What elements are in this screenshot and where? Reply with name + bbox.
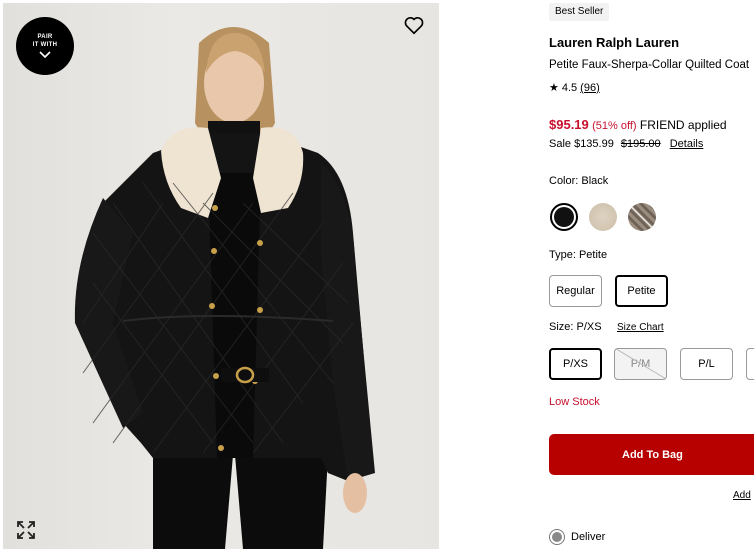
type-label: Type: Petite	[549, 249, 608, 261]
deliver-option[interactable]: Deliver	[549, 529, 605, 545]
sale-price-line: Sale $135.99 $195.00 Details	[549, 138, 703, 150]
size-pl-button[interactable]: P/L	[680, 348, 733, 380]
chevron-down-icon	[39, 51, 51, 59]
pair-badge-line1: PAIR	[37, 34, 53, 40]
size-pxs-button[interactable]: P/XS	[549, 348, 602, 380]
star-icon: ★	[549, 82, 559, 94]
size-pm-button[interactable]: P/M	[614, 348, 667, 380]
add-to-bag-button[interactable]: Add To Bag	[549, 434, 754, 475]
swatch-cream[interactable]	[589, 203, 617, 231]
deliver-label: Deliver	[571, 531, 606, 543]
promo-percent: (51% off)	[592, 120, 637, 132]
promo-price-line: $95.19 (51% off) FRIEND applied	[549, 117, 727, 132]
heart-icon[interactable]	[403, 14, 425, 36]
product-image[interactable]: PAIR IT WITH	[3, 3, 439, 549]
promo-price: $95.19	[549, 117, 589, 132]
expand-icon[interactable]	[16, 520, 36, 540]
details-link[interactable]: Details	[670, 138, 704, 150]
type-petite-button[interactable]: Petite	[615, 275, 668, 307]
size-chart-link[interactable]: Size Chart	[617, 322, 664, 333]
deliver-radio[interactable]	[549, 529, 565, 545]
type-regular-button[interactable]: Regular	[549, 275, 602, 307]
promo-note: FRIEND applied	[639, 118, 727, 132]
size-next-button[interactable]	[746, 348, 754, 380]
brand-name[interactable]: Lauren Ralph Lauren	[549, 35, 679, 50]
rating-value: 4.5	[561, 81, 578, 94]
stock-status: Low Stock	[549, 396, 600, 408]
add-link[interactable]: Add	[733, 490, 751, 501]
best-seller-badge: Best Seller	[549, 3, 610, 21]
pair-it-with-button[interactable]: PAIR IT WITH	[16, 17, 74, 75]
sale-price: Sale $135.99	[549, 138, 614, 150]
color-label: Color: Black	[549, 175, 609, 187]
pair-badge-line2: IT WITH	[32, 42, 58, 48]
review-count-link[interactable]: (96)	[580, 82, 600, 94]
original-price: $195.00	[620, 138, 661, 150]
product-name: Petite Faux-Sherpa-Collar Quilted Coat	[549, 59, 750, 71]
size-label: Size: P/XS	[549, 321, 602, 333]
swatch-plaid[interactable]	[628, 203, 656, 231]
model-illustration	[74, 27, 375, 549]
swatch-black[interactable]	[550, 203, 578, 231]
rating[interactable]: ★ 4.5 (96)	[549, 81, 600, 95]
